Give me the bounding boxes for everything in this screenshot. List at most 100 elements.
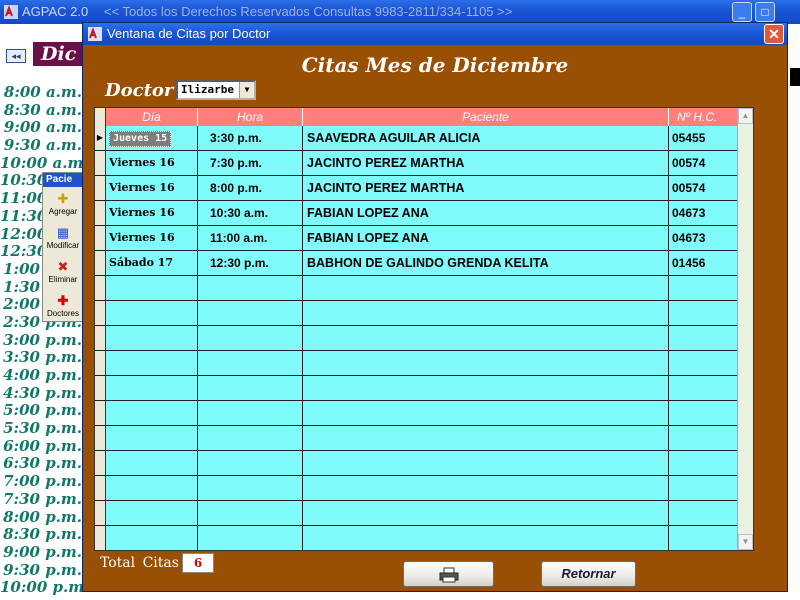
cell-dia[interactable]: Viernes 16: [106, 176, 198, 200]
cell-hc[interactable]: [669, 326, 738, 350]
cell-paciente[interactable]: [303, 526, 669, 550]
cell-hc[interactable]: 04673: [669, 226, 738, 250]
time-slot[interactable]: 9:00 a.m.: [0, 119, 82, 137]
cell-paciente[interactable]: [303, 501, 669, 525]
cell-hora[interactable]: [198, 476, 303, 500]
cell-paciente[interactable]: [303, 276, 669, 300]
time-slot[interactable]: 7:00 p.m.: [0, 472, 82, 491]
column-header-paciente[interactable]: Paciente: [303, 108, 669, 126]
close-icon[interactable]: ✕: [764, 24, 784, 44]
retornar-button[interactable]: Retornar: [541, 561, 636, 587]
minimize-icon[interactable]: _: [732, 2, 752, 22]
cell-dia[interactable]: Jueves 15: [106, 126, 198, 150]
empty-table-row[interactable]: [95, 401, 738, 426]
empty-table-row[interactable]: [95, 501, 738, 526]
empty-table-row[interactable]: [95, 351, 738, 376]
table-row[interactable]: Sábado 17 12:30 p.m. BABHON DE GALINDO GRE…: [95, 251, 738, 276]
cell-dia[interactable]: [106, 376, 198, 400]
cell-hc[interactable]: [669, 376, 738, 400]
time-slot[interactable]: 8:00 p.m.: [0, 508, 82, 527]
row-selector[interactable]: [95, 301, 106, 325]
cell-dia[interactable]: [106, 276, 198, 300]
table-row[interactable]: ▶ Jueves 15 3:30 p.m. SAAVEDRA AGUILAR ALIC…: [95, 126, 738, 151]
cell-dia[interactable]: Viernes 16: [106, 226, 198, 250]
row-selector[interactable]: [95, 226, 106, 250]
empty-table-row[interactable]: [95, 276, 738, 301]
cell-paciente[interactable]: JACINTO PEREZ MARTHA: [303, 176, 669, 200]
column-header-hora[interactable]: Hora: [198, 108, 303, 126]
cell-hc[interactable]: [669, 276, 738, 300]
cell-hora[interactable]: [198, 376, 303, 400]
row-selector[interactable]: ▶: [95, 126, 106, 150]
row-selector[interactable]: [95, 351, 106, 375]
cell-paciente[interactable]: [303, 351, 669, 375]
edit-patient-button[interactable]: ▦ Modificar: [43, 225, 83, 255]
row-selector[interactable]: [95, 451, 106, 475]
cell-hc[interactable]: [669, 526, 738, 550]
cell-hora[interactable]: [198, 426, 303, 450]
time-slot[interactable]: 9:30 p.m.: [0, 561, 82, 580]
row-selector[interactable]: [95, 526, 106, 550]
time-slot[interactable]: 3:00 p.m.: [0, 331, 82, 350]
cell-hc[interactable]: [669, 451, 738, 475]
chevron-down-icon[interactable]: ▼: [239, 82, 254, 98]
cell-dia[interactable]: [106, 326, 198, 350]
cell-paciente[interactable]: FABIAN LOPEZ ANA: [303, 201, 669, 225]
print-button[interactable]: [403, 561, 494, 587]
time-slot[interactable]: 9:30 a.m.: [0, 136, 82, 155]
cell-dia[interactable]: Viernes 16: [106, 201, 198, 225]
cell-paciente[interactable]: [303, 426, 669, 450]
cell-dia[interactable]: Viernes 16: [106, 151, 198, 175]
cell-hc[interactable]: 00574: [669, 151, 738, 175]
time-slot[interactable]: 6:00 p.m.: [0, 437, 82, 456]
cell-paciente[interactable]: SAAVEDRA AGUILAR ALICIA: [303, 126, 669, 150]
row-selector[interactable]: [95, 151, 106, 175]
cell-hc[interactable]: [669, 301, 738, 325]
cell-paciente[interactable]: FABIAN LOPEZ ANA: [303, 226, 669, 250]
cell-hora[interactable]: [198, 526, 303, 550]
cell-hc[interactable]: 00574: [669, 176, 738, 200]
cell-hc[interactable]: [669, 351, 738, 375]
row-selector[interactable]: [95, 176, 106, 200]
time-slot[interactable]: 8:00 a.m.: [0, 83, 82, 102]
cell-hora[interactable]: 10:30 a.m.: [198, 201, 303, 225]
time-slot[interactable]: 5:00 p.m.: [0, 402, 82, 420]
row-selector[interactable]: [95, 501, 106, 525]
cell-hc[interactable]: [669, 426, 738, 450]
row-selector[interactable]: [95, 326, 106, 350]
cell-dia[interactable]: Sábado 17: [106, 251, 198, 275]
scroll-down-icon[interactable]: ▼: [738, 534, 753, 550]
time-slot[interactable]: 5:30 p.m.: [0, 419, 82, 438]
cell-dia[interactable]: [106, 476, 198, 500]
cell-hc[interactable]: [669, 476, 738, 500]
row-selector[interactable]: [95, 401, 106, 425]
cell-hora[interactable]: [198, 326, 303, 350]
cell-hora[interactable]: [198, 351, 303, 375]
cell-paciente[interactable]: JACINTO PEREZ MARTHA: [303, 151, 669, 175]
add-patient-button[interactable]: ✚ Agregar: [43, 191, 83, 221]
row-selector[interactable]: [95, 251, 106, 275]
maximize-icon[interactable]: □: [755, 2, 775, 22]
time-slot[interactable]: 10:00 p.m.: [0, 579, 89, 597]
cell-paciente[interactable]: [303, 301, 669, 325]
doctor-select[interactable]: Ilizarbe ▼: [176, 80, 256, 100]
cell-hora[interactable]: [198, 501, 303, 525]
cell-paciente[interactable]: [303, 376, 669, 400]
cell-hora[interactable]: [198, 401, 303, 425]
cell-dia[interactable]: [106, 526, 198, 550]
row-selector[interactable]: [95, 201, 106, 225]
cell-hc[interactable]: 05455: [669, 126, 738, 150]
empty-table-row[interactable]: [95, 301, 738, 326]
row-selector[interactable]: [95, 476, 106, 500]
time-slot[interactable]: 9:00 p.m.: [0, 543, 82, 562]
cell-hc[interactable]: [669, 501, 738, 525]
cell-dia[interactable]: [106, 451, 198, 475]
delete-patient-button[interactable]: ✖ Eliminar: [43, 259, 83, 289]
table-row[interactable]: Viernes 16 11:00 a.m. FABIAN LOPEZ ANA 0467…: [95, 226, 738, 251]
cell-dia[interactable]: [106, 351, 198, 375]
time-slot[interactable]: 7:30 p.m.: [0, 490, 82, 509]
row-selector[interactable]: [95, 276, 106, 300]
time-slot[interactable]: 8:30 p.m.: [0, 525, 82, 544]
doctors-button[interactable]: ✚ Doctores: [43, 293, 83, 321]
time-slot[interactable]: 4:00 p.m.: [0, 366, 82, 385]
